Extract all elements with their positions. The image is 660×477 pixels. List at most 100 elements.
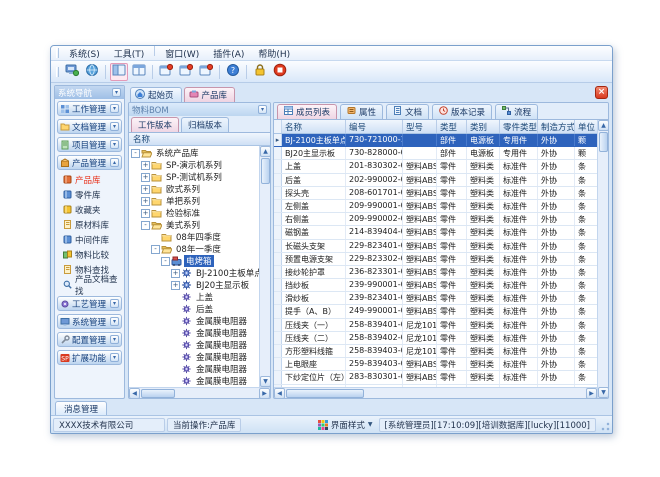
expand-icon[interactable]: +: [141, 185, 150, 194]
row-selector-cell[interactable]: [274, 253, 282, 265]
scroll-up-icon[interactable]: ▲: [260, 146, 271, 157]
scroll-up-icon[interactable]: ▲: [598, 120, 609, 131]
sidebar-group-header-工艺管理[interactable]: 工艺管理▾: [57, 296, 122, 311]
table-row[interactable]: 左侧盖209-990001-01X塑料ABS零件塑料类标准件外协条: [274, 200, 597, 213]
row-selector-cell[interactable]: [274, 279, 282, 291]
scroll-thumb[interactable]: [286, 389, 364, 398]
row-selector-cell[interactable]: [274, 345, 282, 357]
tree-vertical-scrollbar[interactable]: ▲ ▼: [259, 146, 270, 387]
table-row[interactable]: 方形塑料线箍258-839403-00X尼龙1010零件塑料类标准件外协条: [274, 345, 597, 358]
tree-horizontal-scrollbar[interactable]: ◀ ▶: [129, 387, 270, 398]
sidebar-group-header-文档管理[interactable]: 文档管理▾: [57, 119, 122, 134]
sidebar-item-物料比较[interactable]: 物料比较: [61, 247, 122, 262]
chevron-down-icon[interactable]: ▾: [110, 104, 119, 113]
scroll-thumb[interactable]: [599, 132, 608, 152]
row-selector-cell[interactable]: [274, 292, 282, 304]
row-selector-cell[interactable]: [274, 371, 282, 383]
sidebar-group-header-扩展功能[interactable]: SP扩展功能▾: [57, 350, 122, 365]
table-vertical-scrollbar[interactable]: ▲ ▼: [597, 120, 608, 398]
detail-tab-流程[interactable]: 流程: [495, 104, 538, 119]
table-row[interactable]: 下纱定位片（左）283-830301-00X塑料ABS零件塑料类标准件外协条: [274, 371, 597, 384]
lock-button[interactable]: [251, 63, 269, 81]
navigation-panel-button[interactable]: [110, 63, 128, 81]
sidebar-group-header-项目管理[interactable]: 项目管理▾: [57, 137, 122, 152]
menu-item-3[interactable]: 窗口(W): [158, 46, 206, 61]
bom-tab-归档版本[interactable]: 归档版本: [181, 117, 229, 132]
scroll-left-icon[interactable]: ◀: [129, 388, 140, 399]
menu-item-5[interactable]: 帮助(H): [251, 46, 297, 61]
tree-node-金属膜电阻器[interactable]: +金属膜电阻器: [129, 315, 259, 327]
tree-node-08年一季度[interactable]: -08年一季度: [129, 243, 259, 255]
resize-grip[interactable]: [600, 419, 610, 431]
web-button[interactable]: [83, 63, 101, 81]
expand-icon[interactable]: +: [141, 161, 150, 170]
column-header-单位[interactable]: 单位: [575, 120, 599, 133]
table-row[interactable]: 后盖202-990002-01X塑料ABS零件塑料类标准件外协条: [274, 174, 597, 187]
bom-panel-pin-button[interactable]: ▾: [258, 105, 267, 114]
column-header-名称[interactable]: 名称: [282, 120, 346, 133]
detail-tab-版本记录[interactable]: 版本记录: [432, 104, 492, 119]
table-horizontal-scrollbar[interactable]: ◀ ▶: [274, 387, 597, 398]
row-selector-cell[interactable]: [274, 358, 282, 370]
table-row[interactable]: 挡纱板239-990001-01X塑料ABS零件塑料类标准件外协条: [274, 279, 597, 292]
column-header-类别[interactable]: 类别: [467, 120, 500, 133]
close-tab-button[interactable]: ×: [595, 86, 608, 99]
expand-icon[interactable]: +: [141, 173, 150, 182]
chevron-down-icon[interactable]: ▾: [110, 299, 119, 308]
close-window-button[interactable]: [197, 63, 215, 81]
detail-tab-成员列表[interactable]: 成员列表: [277, 104, 337, 119]
sidebar-group-header-工作管理[interactable]: 工作管理▾: [57, 101, 122, 116]
tree-column-header[interactable]: 名称: [129, 133, 270, 146]
chevron-down-icon[interactable]: ▾: [110, 317, 119, 326]
message-panel-tab[interactable]: 消息管理: [55, 401, 107, 415]
row-selector-cell[interactable]: [274, 240, 282, 252]
sidebar-collapse-button[interactable]: ▾: [112, 88, 121, 97]
chevron-down-icon[interactable]: ▾: [110, 140, 119, 149]
ui-style-dropdown[interactable]: 界面样式 ▼: [314, 418, 377, 432]
table-row[interactable]: BJ20主显示板730-828000-04X部件电源板专用件外协颗: [274, 147, 597, 160]
tree-node-08年四季度[interactable]: +08年四季度: [129, 231, 259, 243]
tree-node-金属膜电阻器[interactable]: +金属膜电阻器: [129, 339, 259, 351]
scroll-thumb[interactable]: [141, 389, 175, 398]
menu-item-1[interactable]: 系统(S): [62, 46, 107, 61]
chevron-down-icon[interactable]: ▾: [110, 122, 119, 131]
column-header-类型[interactable]: 类型: [437, 120, 467, 133]
tree-node-金属膜电阻器[interactable]: +金属膜电阻器: [129, 375, 259, 387]
sidebar-item-中间件库[interactable]: 中间件库: [61, 232, 122, 247]
table-row[interactable]: 接纱轮护罩236-823301-00X塑料ABS零件塑料类标准件外协条: [274, 266, 597, 279]
expand-icon[interactable]: +: [171, 281, 180, 290]
table-row[interactable]: 压线夹（一）258-839401-00X尼龙1010零件塑料类标准件外协条: [274, 319, 597, 332]
row-selector-cell[interactable]: [274, 305, 282, 317]
doc-tab-起始页[interactable]: 起始页: [130, 87, 182, 102]
sidebar-group-header-系统管理[interactable]: 系统管理▾: [57, 314, 122, 329]
sidebar-group-header-配置管理[interactable]: 配置管理▾: [57, 332, 122, 347]
chevron-down-icon[interactable]: ▾: [110, 353, 119, 362]
toolbar-grip[interactable]: [56, 67, 59, 77]
expand-icon[interactable]: +: [171, 269, 180, 278]
tree-node-金属膜电阻器[interactable]: +金属膜电阻器: [129, 363, 259, 375]
row-selector-cell[interactable]: [274, 187, 282, 199]
window-layout-button[interactable]: [130, 63, 148, 81]
column-header-制造方式[interactable]: 制造方式: [538, 120, 575, 133]
column-header-编号[interactable]: 编号: [346, 120, 403, 133]
tree-node-SP-测试机系列[interactable]: +SP-测试机系列: [129, 171, 259, 183]
collapse-icon[interactable]: -: [151, 245, 160, 254]
menu-item-2[interactable]: 工具(T): [107, 46, 152, 61]
tree-node-单把系列[interactable]: +单把系列: [129, 195, 259, 207]
sidebar-item-原材料库[interactable]: 原材料库: [61, 217, 122, 232]
scroll-down-icon[interactable]: ▼: [260, 376, 271, 387]
sidebar-item-零件库[interactable]: 零件库: [61, 187, 122, 202]
tree-node-美式系列[interactable]: -美式系列: [129, 219, 259, 231]
table-row[interactable]: 预置电源支架229-823302-00X塑料ABS零件塑料类标准件外协条: [274, 253, 597, 266]
scroll-down-icon[interactable]: ▼: [598, 387, 609, 398]
scroll-thumb[interactable]: [261, 158, 270, 184]
tree-node-检验标准[interactable]: +检验标准: [129, 207, 259, 219]
tree-node-BJ20主显示板[interactable]: +BJ20主显示板: [129, 279, 259, 291]
table-row[interactable]: 提手（A、B）249-990001-01X塑料ABS零件塑料类标准件外协条: [274, 305, 597, 318]
detail-tab-属性[interactable]: 属性: [340, 104, 383, 119]
chevron-down-icon[interactable]: ▾: [110, 335, 119, 344]
table-row[interactable]: 滑纱板239-823401-00X塑料ABS零件塑料类标准件外协条: [274, 292, 597, 305]
expand-icon[interactable]: +: [141, 209, 150, 218]
tree-node-欧式系列[interactable]: +欧式系列: [129, 183, 259, 195]
scroll-right-icon[interactable]: ▶: [259, 388, 270, 399]
